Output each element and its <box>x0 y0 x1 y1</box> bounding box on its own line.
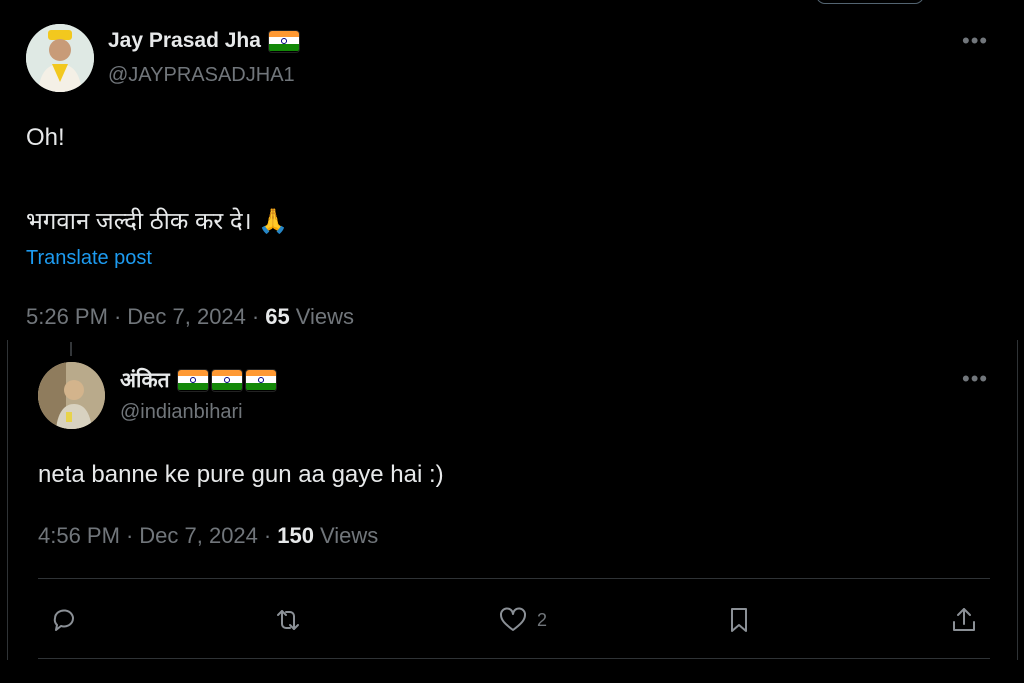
separator: · <box>113 304 122 329</box>
thread-connector <box>70 342 72 356</box>
frame-border-right <box>1017 340 1018 660</box>
top-pill-button[interactable] <box>816 0 924 4</box>
author-handle[interactable]: @JAYPRASADJHA1 <box>108 64 295 87</box>
quoted-author-handle[interactable]: @indianbihari <box>120 401 243 424</box>
separator: · <box>263 523 272 548</box>
views-label: Views <box>295 304 355 329</box>
india-flag-icon <box>268 30 299 52</box>
translate-post-link[interactable]: Translate post <box>26 247 152 270</box>
quoted-tweet-text: neta banne ke pure gun aa gaye hai :) <box>38 461 444 488</box>
avatar[interactable] <box>26 24 94 92</box>
quoted-tweet-meta: 4:56 PM · Dec 7, 2024 · 150 Views <box>38 523 378 549</box>
separator: · <box>125 523 134 548</box>
author-name[interactable]: Jay Prasad Jha <box>108 29 261 53</box>
share-button[interactable] <box>948 604 980 636</box>
like-count: 2 <box>537 609 548 630</box>
more-options-icon[interactable]: ••• <box>962 28 988 54</box>
avatar-image <box>38 362 105 429</box>
divider <box>38 578 990 579</box>
share-icon <box>953 608 975 631</box>
reply-icon <box>53 609 74 631</box>
views-count: 150 <box>277 523 314 548</box>
tweet-text-line-2: भगवान जल्दी ठीक कर दे। 🙏 <box>26 208 289 235</box>
separator: · <box>251 304 260 329</box>
quoted-author-name-row[interactable]: अंकित <box>120 366 276 394</box>
retweet-button[interactable] <box>272 604 304 636</box>
heart-icon <box>500 607 526 631</box>
bookmark-button[interactable] <box>723 604 755 636</box>
quoted-author-name[interactable]: अंकित <box>120 366 170 394</box>
tweet-time[interactable]: 5:26 PM <box>26 304 108 330</box>
reply-button[interactable] <box>47 604 79 636</box>
quoted-date[interactable]: Dec 7, 2024 <box>139 523 258 549</box>
more-options-icon[interactable]: ••• <box>962 366 988 392</box>
india-flag-icon <box>177 369 208 391</box>
india-flag-icon <box>245 369 276 391</box>
author-name-row[interactable]: Jay Prasad Jha <box>108 29 299 53</box>
tweet-meta: 5:26 PM · Dec 7, 2024 · 65 Views <box>26 304 354 330</box>
avatar-image <box>26 24 94 92</box>
avatar[interactable] <box>38 362 105 429</box>
tweet-text-line-1: Oh! <box>26 124 65 151</box>
views-label: Views <box>319 523 379 548</box>
retweet-icon <box>277 610 299 630</box>
frame-border-left <box>7 340 8 660</box>
quoted-time[interactable]: 4:56 PM <box>38 523 120 549</box>
divider <box>38 658 990 659</box>
views-count: 65 <box>265 304 290 329</box>
bookmark-icon <box>731 608 747 632</box>
india-flag-icon <box>211 369 242 391</box>
tweet-date[interactable]: Dec 7, 2024 <box>127 304 246 330</box>
like-button[interactable]: 2 <box>497 604 547 636</box>
